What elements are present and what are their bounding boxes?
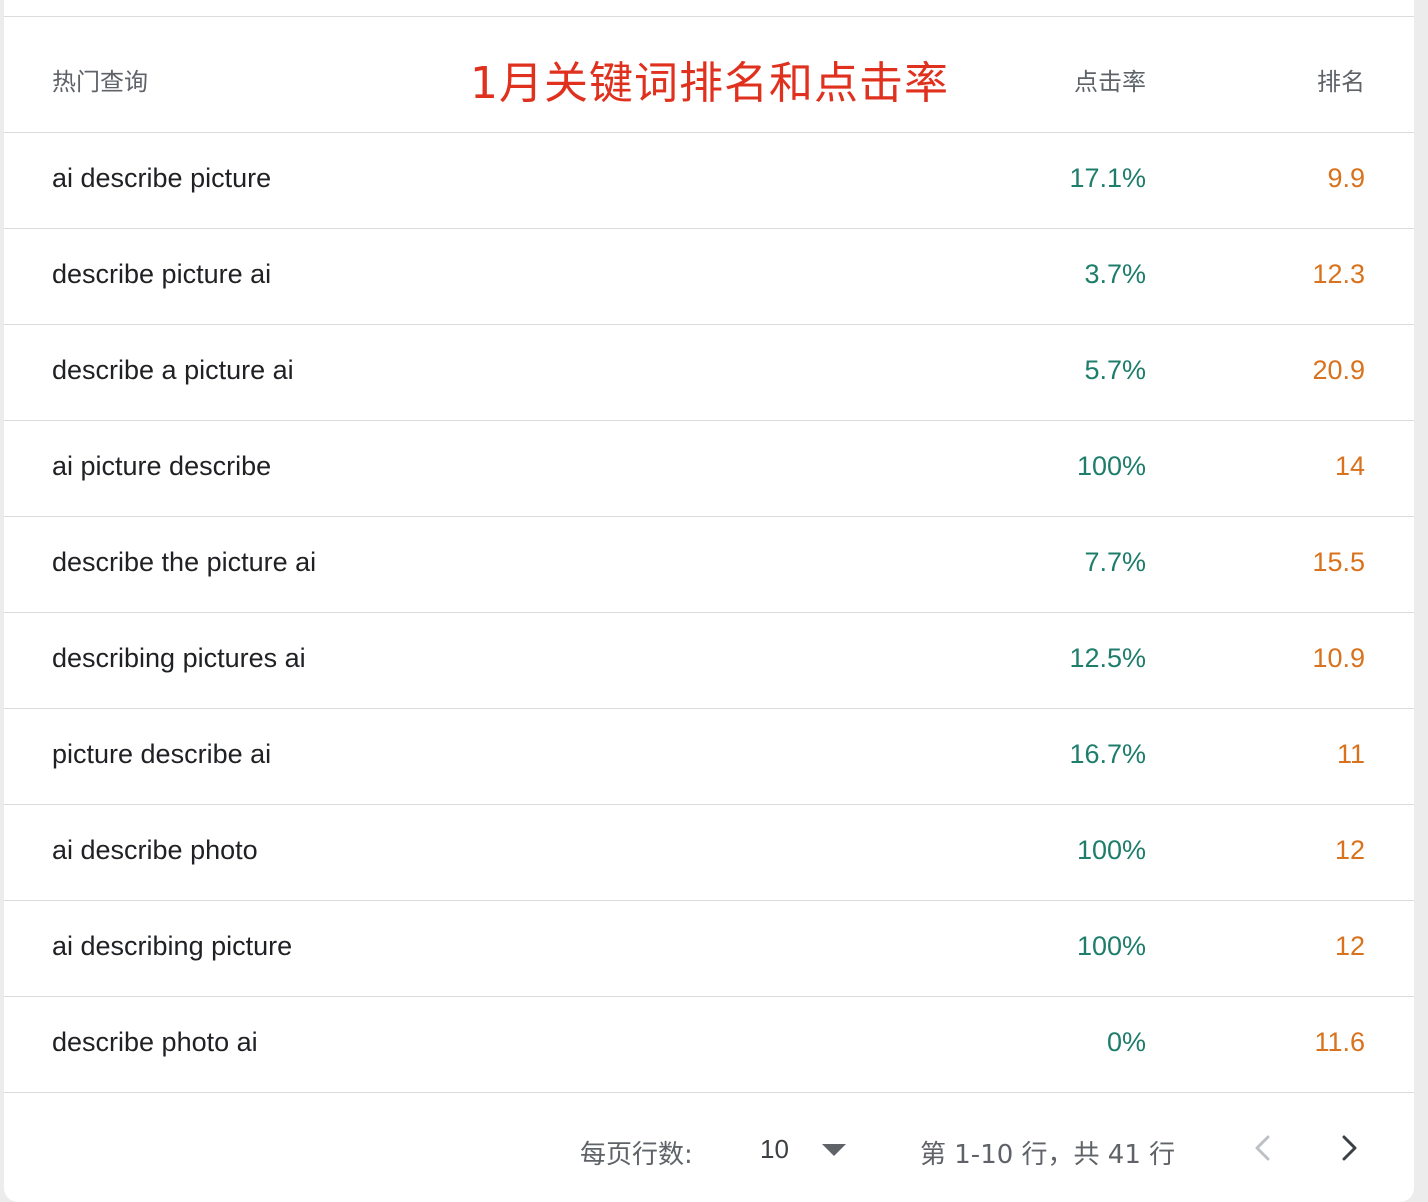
dropdown-arrow-icon [822, 1144, 846, 1156]
rank-cell: 9.9 [1327, 163, 1365, 193]
rank-cell: 15.5 [1312, 547, 1365, 577]
rank-cell: 14 [1334, 451, 1365, 481]
column-header-queries[interactable]: 热门查询 [52, 62, 148, 97]
table-row[interactable]: ai describing picture 100% 12 [4, 901, 1414, 997]
table-row[interactable]: picture describe ai 16.7% 11 [4, 709, 1414, 805]
ctr-cell: 7.7% [1084, 547, 1146, 577]
ctr-cell: 17.1% [1069, 163, 1146, 193]
table-row[interactable]: describing pictures ai 12.5% 10.9 [4, 613, 1414, 709]
chevron-left-icon [1255, 1135, 1270, 1161]
query-cell: describe a picture ai [52, 355, 294, 385]
rows-per-page-value: 10 [760, 1134, 789, 1164]
query-cell: ai describe picture [52, 163, 272, 193]
table-row[interactable]: describe photo ai 0% 11.6 [4, 997, 1414, 1093]
table-row[interactable]: ai describe picture 17.1% 9.9 [4, 133, 1414, 229]
query-cell: picture describe ai [52, 739, 272, 769]
next-page-button[interactable] [1326, 1124, 1374, 1172]
table-header: 热门查询 1月关键词排名和点击率 点击率 排名 [4, 17, 1414, 133]
table-row[interactable]: describe the picture ai 7.7% 15.5 [4, 517, 1414, 613]
column-header-rank[interactable]: 排名 [1317, 62, 1365, 97]
rank-cell: 12 [1334, 835, 1365, 865]
rank-cell: 12.3 [1312, 259, 1365, 289]
queries-table-card: 热门查询 1月关键词排名和点击率 点击率 排名 ai describe pict… [4, 0, 1414, 1202]
rank-cell: 20.9 [1312, 355, 1365, 385]
table-row[interactable]: ai describe photo 100% 12 [4, 805, 1414, 901]
ctr-cell: 12.5% [1069, 643, 1146, 673]
rank-cell: 11 [1336, 739, 1365, 769]
chevron-right-icon [1342, 1135, 1357, 1161]
ctr-cell: 100% [1076, 451, 1146, 481]
rank-cell: 11.6 [1314, 1027, 1365, 1057]
query-cell: ai picture describe [52, 451, 272, 481]
column-header-ctr[interactable]: 点击率 [1074, 62, 1146, 97]
rows-per-page-label: 每页行数: [580, 1140, 693, 1170]
ctr-cell: 100% [1076, 931, 1146, 961]
ctr-cell: 16.7% [1069, 739, 1146, 769]
query-cell: ai describe photo [52, 835, 258, 865]
rank-cell: 12 [1334, 931, 1365, 961]
rows-per-page-select[interactable]: 10 [752, 1124, 856, 1174]
pagination-range-label: 第 1-10 行，共 41 行 [920, 1140, 1176, 1170]
table-row[interactable]: ai picture describe 100% 14 [4, 421, 1414, 517]
pagination-bar: 每页行数: 10 第 1-10 行，共 41 行 [4, 1094, 1414, 1202]
table-row[interactable]: describe picture ai 3.7% 12.3 [4, 229, 1414, 325]
query-cell: ai describing picture [52, 931, 293, 961]
table-body: ai describe picture 17.1% 9.9 describe p… [4, 133, 1414, 1093]
query-cell: describing pictures ai [52, 643, 306, 673]
query-cell: describe picture ai [52, 259, 272, 289]
table-row[interactable]: describe a picture ai 5.7% 20.9 [4, 325, 1414, 421]
annotation-title: 1月关键词排名和点击率 [470, 58, 949, 109]
ctr-cell: 100% [1076, 835, 1146, 865]
query-cell: describe photo ai [52, 1027, 258, 1057]
ctr-cell: 3.7% [1084, 259, 1146, 289]
previous-page-button[interactable] [1238, 1124, 1286, 1172]
ctr-cell: 5.7% [1084, 355, 1146, 385]
ctr-cell: 0% [1106, 1027, 1146, 1057]
rank-cell: 10.9 [1312, 643, 1365, 673]
query-cell: describe the picture ai [52, 547, 317, 577]
